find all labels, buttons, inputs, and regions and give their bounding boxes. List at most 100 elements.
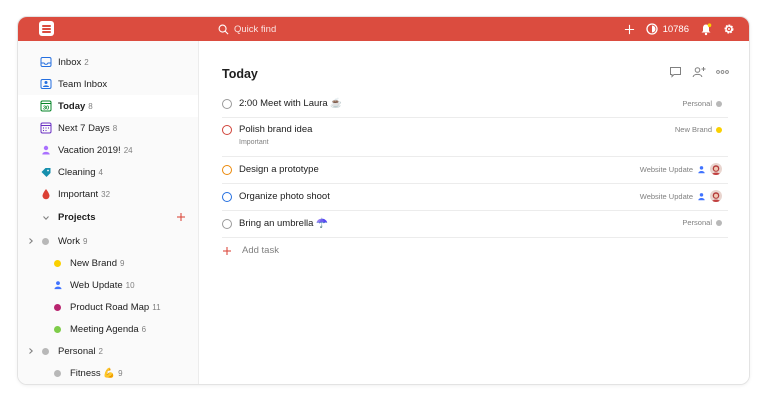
comment-icon[interactable] (669, 66, 682, 78)
project-color-dot (716, 126, 722, 133)
sidebar-item-count: 8 (88, 101, 93, 111)
sidebar-item-label: Team Inbox (58, 78, 108, 90)
sidebar-item-vacation[interactable]: Vacation 2019! 24 (18, 139, 198, 161)
sidebar-item-next-7-days[interactable]: Next 7 Days 8 (18, 117, 198, 139)
top-bar: Quick find 10786 (18, 17, 749, 41)
task-item[interactable]: 2:00 Meet with Laura ☕ Personal (222, 92, 728, 118)
todoist-logo-icon[interactable] (39, 21, 54, 36)
settings-gear-icon[interactable] (723, 23, 735, 35)
project-color-dot (716, 100, 722, 107)
task-name[interactable]: Organize photo shoot (239, 191, 330, 202)
project-color-dot (54, 304, 61, 311)
sidebar-item-team-inbox[interactable]: Team Inbox (18, 73, 198, 95)
sidebar-item-important[interactable]: Important 32 (18, 183, 198, 205)
person-icon (42, 145, 50, 155)
projects-header-label: Projects (58, 211, 96, 223)
project-item-personal[interactable]: Personal 2 (18, 340, 198, 362)
sidebar-item-label: Inbox (58, 56, 82, 68)
project-count: 9 (83, 236, 88, 246)
task-project-label[interactable]: Personal (682, 218, 712, 227)
team-inbox-icon (40, 79, 52, 89)
task-checkbox-priority2[interactable] (222, 165, 232, 175)
search-icon (218, 24, 229, 34)
project-label: Web Update (70, 279, 123, 291)
task-checkbox[interactable] (222, 219, 232, 229)
plus-icon (223, 246, 231, 255)
project-label: Meeting Agenda (70, 323, 139, 335)
task-name[interactable]: Polish brand idea (239, 124, 312, 135)
project-label: Work (58, 235, 80, 247)
drop-filter-icon (42, 189, 50, 200)
task-name[interactable]: Bring an umbrella ☂️ (239, 218, 328, 229)
quick-find-search[interactable]: Quick find (218, 21, 276, 37)
add-task-button[interactable]: Add task (222, 245, 279, 256)
sidebar-item-label: Important (58, 188, 99, 200)
project-count: 2 (98, 346, 103, 356)
chevron-right-icon[interactable] (26, 346, 36, 356)
task-name[interactable]: Design a prototype (239, 164, 319, 175)
project-color-dot (54, 260, 61, 267)
task-project-label[interactable]: Personal (682, 99, 712, 108)
project-color-dot (54, 370, 61, 377)
assignee-person-icon (698, 165, 705, 173)
task-project-label[interactable]: Website Update (640, 192, 693, 201)
project-color-dot (42, 238, 49, 245)
task-label[interactable]: Important (239, 139, 269, 146)
project-count: 6 (141, 324, 147, 334)
add-icon[interactable] (624, 24, 635, 35)
project-count: 10 (125, 280, 135, 290)
sidebar-item-count: 4 (98, 167, 103, 177)
today-calendar-icon: 30 (40, 100, 52, 112)
sidebar-item-label: Today (58, 100, 86, 112)
shared-person-icon (54, 281, 62, 290)
task-name[interactable]: 2:00 Meet with Laura ☕ (239, 98, 342, 109)
add-person-icon[interactable] (692, 66, 706, 78)
sidebar-item-label: Next 7 Days (58, 122, 110, 134)
assignee-person-icon (698, 192, 705, 200)
search-placeholder: Quick find (234, 23, 277, 35)
chevron-right-icon[interactable] (26, 236, 36, 246)
more-options-icon[interactable] (716, 66, 729, 78)
assignee-avatar[interactable] (710, 163, 722, 175)
task-item[interactable]: Organize photo shoot Website Update (222, 184, 728, 211)
upcoming-calendar-icon (40, 122, 52, 134)
notification-bell-icon[interactable] (700, 22, 712, 36)
project-item-work[interactable]: Work 9 (18, 230, 198, 252)
task-item[interactable]: Design a prototype Website Update (222, 157, 728, 184)
project-item-product-road-map[interactable]: Product Road Map 11 (18, 296, 198, 318)
project-count: 11 (152, 302, 161, 312)
projects-header[interactable]: Projects (18, 206, 198, 228)
chevron-down-icon (43, 216, 49, 221)
karma-icon (645, 23, 658, 35)
project-color-dot (54, 326, 61, 333)
sidebar-item-label: Cleaning (58, 166, 96, 178)
project-count: 9 (118, 368, 123, 378)
sidebar-item-today[interactable]: 30 Today 8 (18, 95, 198, 117)
task-project-label[interactable]: New Brand (675, 125, 712, 134)
project-item-new-brand[interactable]: New Brand 9 (18, 252, 198, 274)
svg-text:30: 30 (43, 106, 49, 112)
label-tag-icon (41, 168, 51, 177)
project-item-web-update[interactable]: Web Update 10 (18, 274, 198, 296)
task-item[interactable]: Bring an umbrella ☂️ Personal (222, 211, 728, 238)
project-item-meeting-agenda[interactable]: Meeting Agenda 6 (18, 318, 198, 340)
project-item-fitness[interactable]: Fitness 💪 9 (18, 362, 198, 384)
sidebar-item-inbox[interactable]: Inbox 2 (18, 51, 198, 73)
task-checkbox[interactable] (222, 99, 232, 109)
app-window: Quick find 10786 Inbox 2 Team Inbox 30 To… (17, 16, 750, 385)
task-project-label[interactable]: Website Update (640, 165, 693, 174)
inbox-icon (40, 57, 52, 67)
add-project-icon[interactable] (176, 212, 186, 222)
sidebar-item-count: 8 (112, 123, 118, 133)
task-item[interactable]: Polish brand idea Important New Brand (222, 118, 728, 157)
assignee-avatar[interactable] (710, 190, 722, 202)
sidebar: Inbox 2 Team Inbox 30 Today 8 Next 7 Days 8… (18, 41, 199, 384)
project-color-dot (716, 219, 722, 226)
project-label: Product Road Map (70, 301, 150, 313)
task-checkbox-priority3[interactable] (222, 192, 232, 202)
karma-button[interactable]: 10786 (645, 23, 689, 35)
page-title: Today (222, 67, 258, 81)
sidebar-item-cleaning[interactable]: Cleaning 4 (18, 161, 198, 183)
task-checkbox-priority1[interactable] (222, 125, 232, 135)
sidebar-item-label: Vacation 2019! (58, 144, 121, 156)
